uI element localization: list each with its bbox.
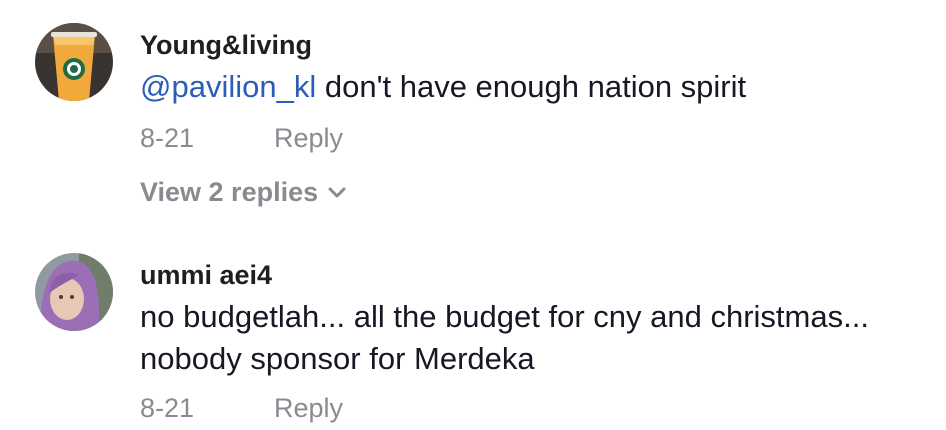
comment-text-line-1: no budgetlah... all the budget for cny a… <box>140 299 869 334</box>
comment-body: don't have enough nation spirit <box>316 69 747 104</box>
view-replies-button[interactable]: View 2 replies <box>140 177 346 208</box>
view-replies-label: View 2 replies <box>140 177 319 207</box>
comment-username[interactable]: ummi aei4 <box>140 260 272 291</box>
comment-username[interactable]: Young&living <box>140 30 312 61</box>
drink-cup-avatar-icon <box>35 23 113 101</box>
comment-date: 8-21 <box>140 393 195 423</box>
user-avatar[interactable] <box>35 23 113 101</box>
comment-text-line-2: nobody sponsor for Merdeka <box>140 341 535 376</box>
reply-button[interactable]: Reply <box>274 393 343 424</box>
mention-link[interactable]: @pavilion_kl <box>140 69 316 104</box>
user-avatar[interactable] <box>35 253 113 331</box>
reply-button[interactable]: Reply <box>274 123 343 154</box>
comment-item: ummi aei4 no budgetlah... all the budget… <box>0 230 946 430</box>
comment-date: 8-21 <box>140 123 195 153</box>
comment-item: Young&living @pavilion_kl don't have eno… <box>0 0 946 230</box>
comment-text: @pavilion_kl don't have enough nation sp… <box>140 66 746 108</box>
chevron-down-icon <box>328 187 346 197</box>
person-avatar-icon <box>35 253 113 331</box>
